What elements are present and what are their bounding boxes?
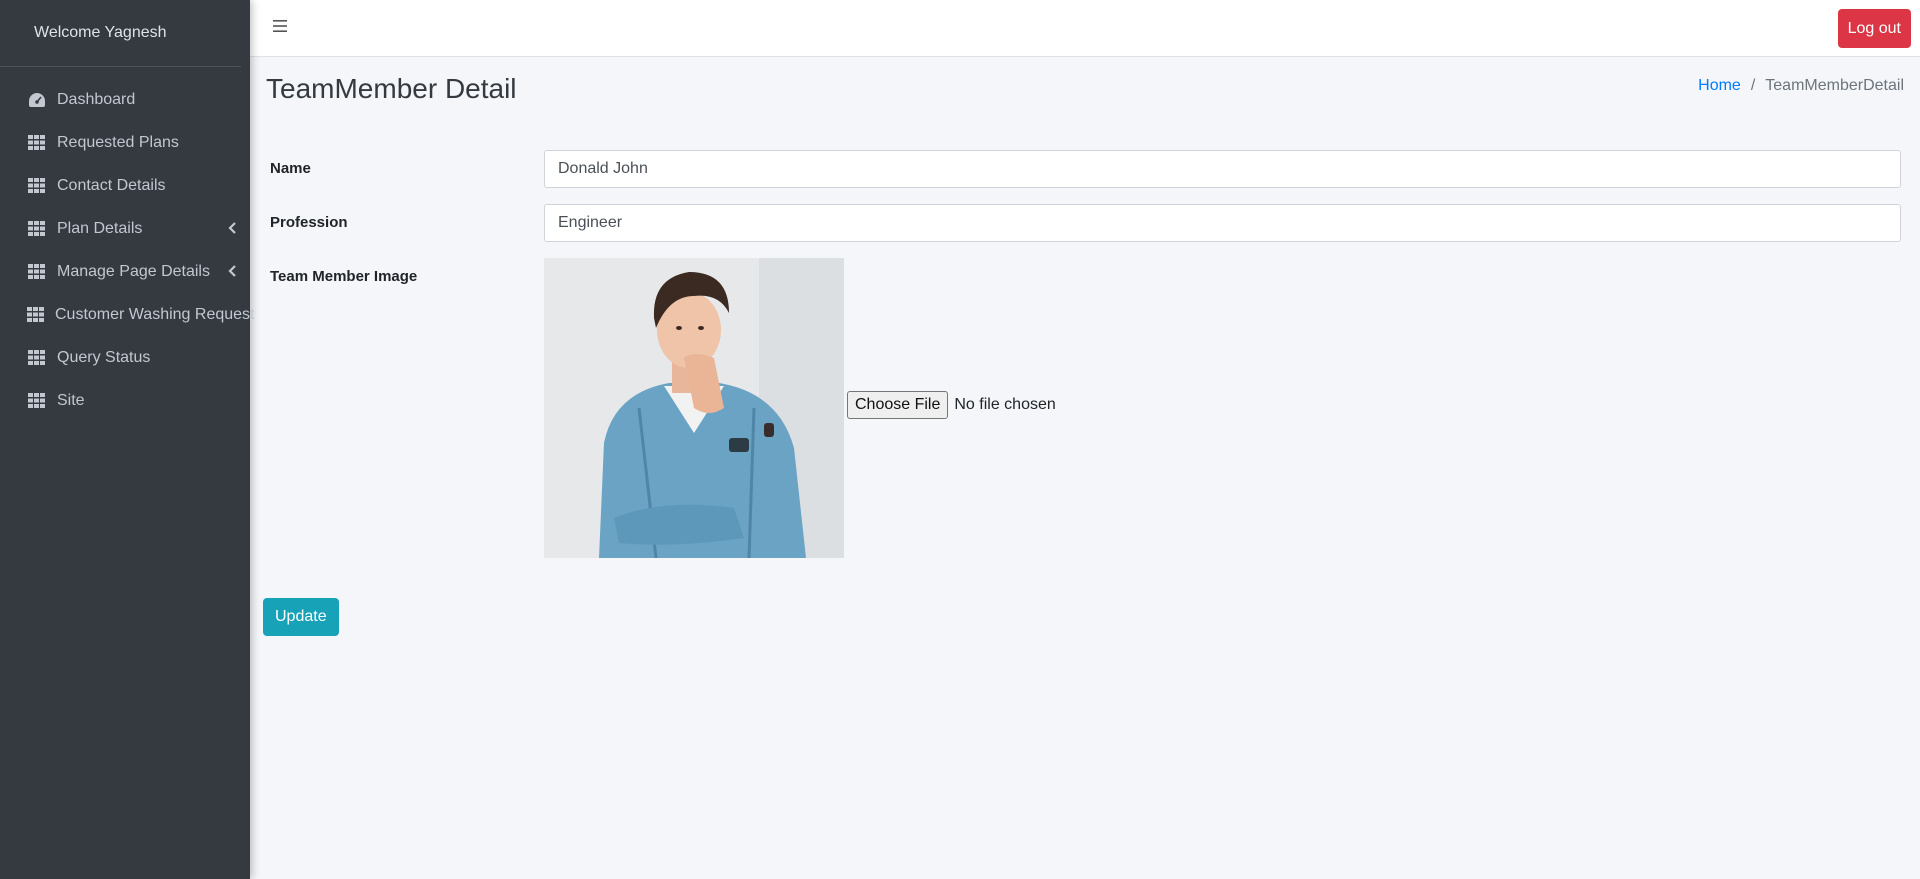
choose-file-button[interactable]: Choose File [847, 391, 949, 419]
file-status: No file chosen [954, 396, 1056, 413]
sidebar-item-customer-washing-request[interactable]: Customer Washing Request [0, 293, 255, 336]
name-input[interactable] [544, 150, 1901, 188]
update-button[interactable]: Update [263, 598, 339, 636]
sidebar-item-label: Site [57, 391, 85, 409]
breadcrumb-home-link[interactable]: Home [1698, 77, 1741, 95]
sidebar-item-label: Manage Page Details [57, 262, 210, 280]
grid-icon [27, 392, 46, 409]
sidebar-item-requested-plans[interactable]: Requested Plans [0, 121, 250, 164]
grid-icon [27, 263, 46, 280]
grid-icon [27, 306, 44, 323]
hamburger-icon[interactable] [272, 19, 288, 33]
team-member-photo [544, 258, 844, 558]
breadcrumb: Home / TeamMemberDetail [1698, 77, 1904, 95]
team-member-image-label: Team Member Image [270, 268, 418, 285]
page-title: TeamMember Detail [266, 73, 517, 104]
dashboard-icon [27, 91, 46, 108]
sidebar-item-label: Query Status [57, 348, 151, 366]
sidebar-item-label: Customer Washing Request [55, 305, 255, 323]
chevron-left-icon [227, 221, 237, 235]
logout-button[interactable]: Log out [1837, 9, 1911, 48]
sidebar-item-query-status[interactable]: Query Status [0, 336, 250, 379]
sidebar-item-plan-details[interactable]: Plan Details [0, 207, 250, 250]
main-content: TeamMember Detail Home / TeamMemberDetai… [250, 57, 1920, 879]
name-label: Name [270, 160, 311, 177]
sidebar-item-label: Requested Plans [57, 133, 179, 151]
sidebar-item-dashboard[interactable]: Dashboard [0, 78, 250, 121]
top-navbar: Log out [250, 0, 1920, 57]
profession-input[interactable] [544, 204, 1901, 242]
profession-label: Profession [270, 214, 348, 231]
grid-icon [27, 177, 46, 194]
sidebar-item-site[interactable]: Site [0, 379, 250, 422]
sidebar-welcome: Welcome Yagnesh [0, 0, 241, 67]
sidebar-item-contact-details[interactable]: Contact Details [0, 164, 250, 207]
breadcrumb-current: TeamMemberDetail [1765, 77, 1904, 94]
grid-icon [27, 220, 46, 237]
file-input: Choose File No file chosen [847, 391, 1056, 419]
sidebar-item-manage-page-details[interactable]: Manage Page Details [0, 250, 250, 293]
grid-icon [27, 349, 46, 366]
grid-icon [27, 134, 46, 151]
sidebar: Welcome Yagnesh Dashboard Requested Plans… [0, 0, 255, 879]
sidebar-item-label: Dashboard [57, 90, 136, 108]
breadcrumb-separator: / [1750, 77, 1756, 94]
sidebar-item-label: Contact Details [57, 176, 166, 194]
sidebar-nav: Dashboard Requested Plans Contact Details P… [0, 67, 255, 422]
chevron-left-icon [227, 264, 237, 278]
sidebar-item-label: Plan Details [57, 219, 143, 237]
